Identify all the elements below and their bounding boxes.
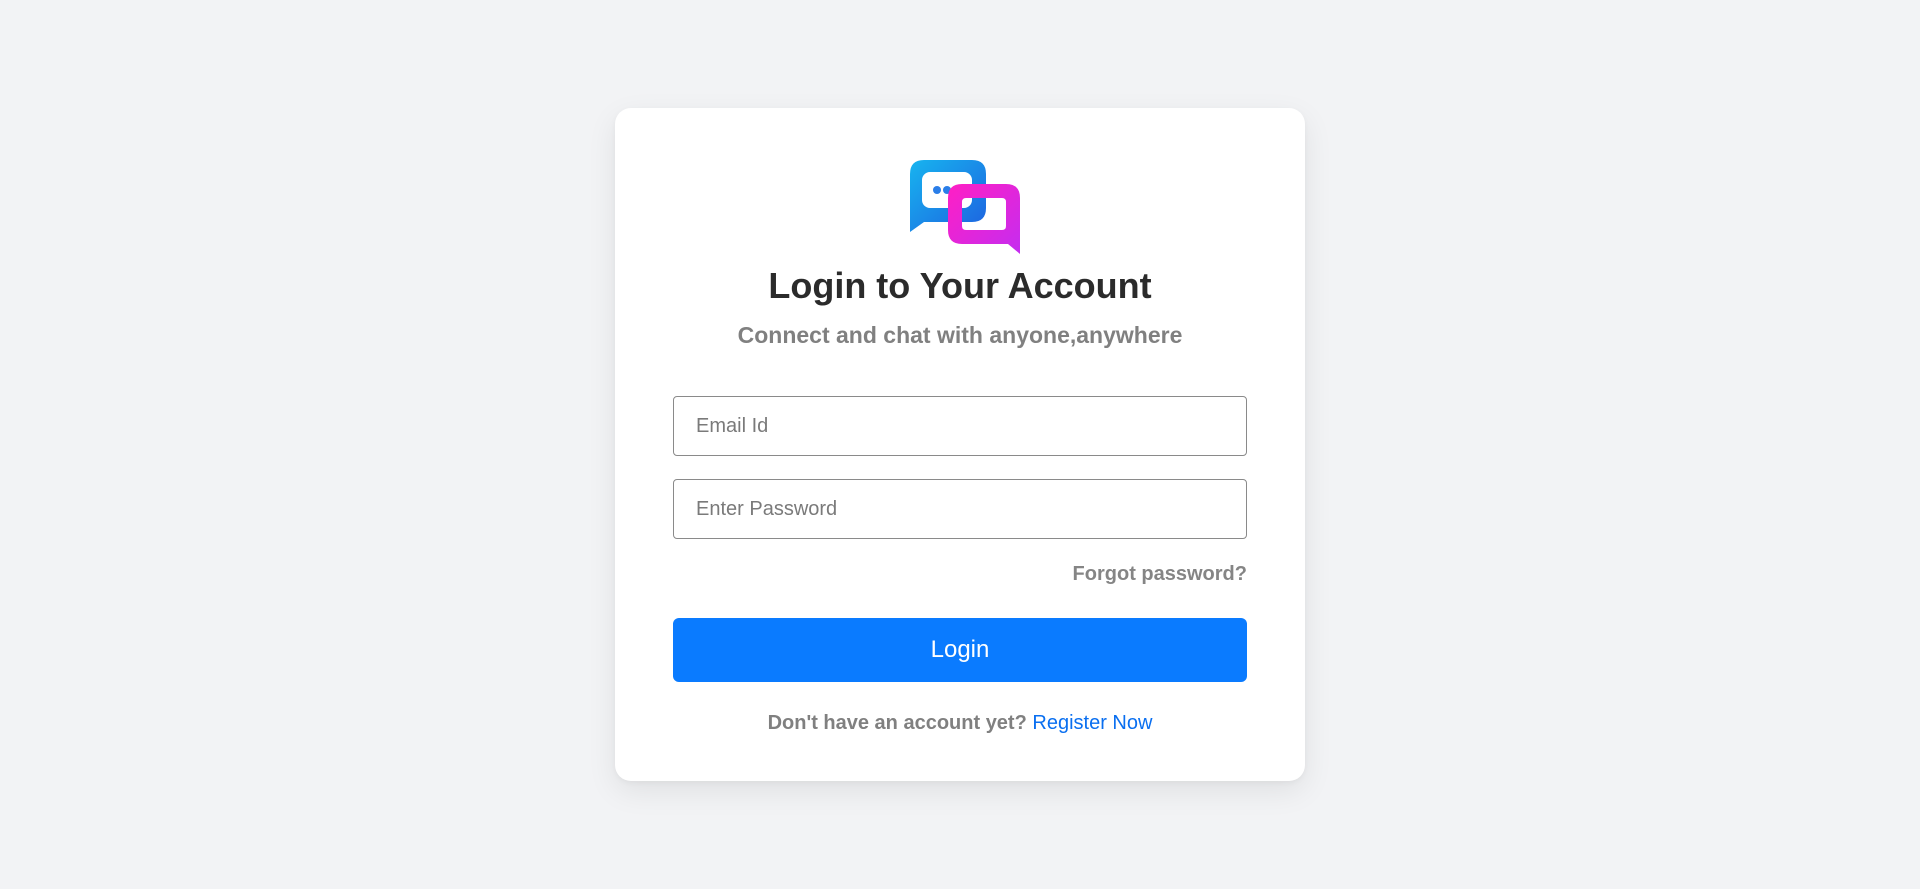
register-prompt-text: Don't have an account yet?	[767, 712, 1027, 734]
email-field[interactable]	[673, 396, 1247, 456]
register-now-link[interactable]: Register Now	[1032, 712, 1152, 734]
register-prompt-row: Don't have an account yet? Register Now	[615, 712, 1305, 735]
page-title: Login to Your Account	[768, 265, 1152, 306]
password-field[interactable]	[673, 479, 1247, 539]
page-subtitle: Connect and chat with anyone,anywhere	[737, 322, 1183, 348]
login-card: Login to Your Account Connect and chat w…	[615, 108, 1305, 781]
login-button[interactable]: Login	[673, 618, 1247, 682]
chat-bubbles-logo-icon	[910, 160, 1020, 254]
forgot-password-link[interactable]: Forgot password?	[1073, 563, 1247, 586]
